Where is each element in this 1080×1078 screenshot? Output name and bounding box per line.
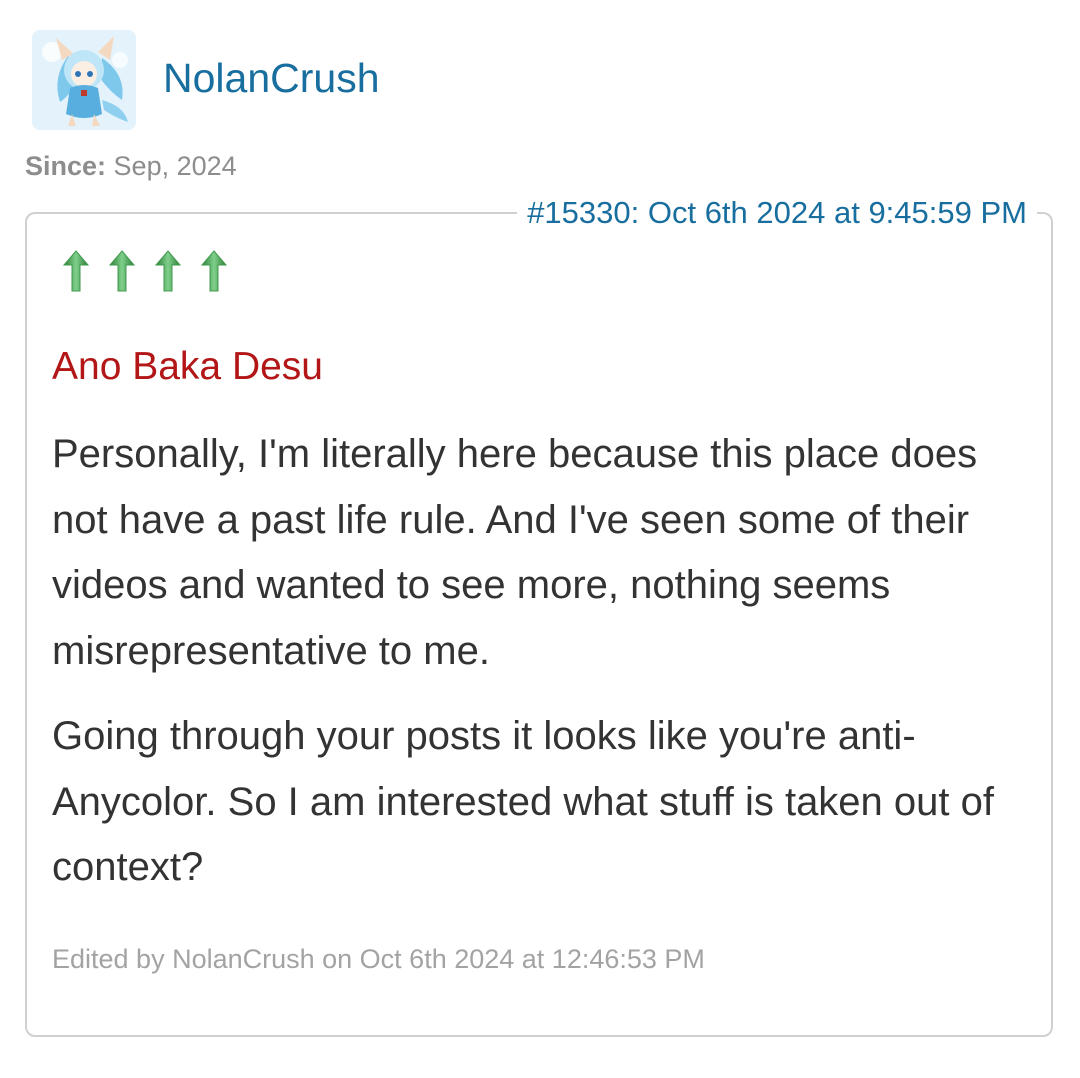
post-number-timestamp-link[interactable]: #15330: Oct 6th 2024 at 9:45:59 PM — [517, 193, 1037, 233]
username-link[interactable]: NolanCrush — [163, 52, 380, 104]
post-paragraph: Personally, I'm literally here because t… — [52, 432, 978, 673]
post-body: Personally, I'm literally here because t… — [52, 422, 1027, 921]
up-arrow-icon[interactable] — [154, 250, 182, 292]
post-paragraph: Going through your posts it looks like y… — [52, 714, 994, 889]
since-value: Sep, 2024 — [113, 151, 237, 181]
post-container: #15330: Oct 6th 2024 at 9:45:59 PM Ano B… — [25, 193, 1053, 1037]
avatar-image — [32, 30, 136, 130]
up-arrow-icon[interactable] — [62, 250, 90, 292]
upvote-arrows — [62, 250, 228, 292]
member-since: Since: Sep, 2024 — [25, 148, 237, 184]
avatar[interactable] — [32, 30, 136, 130]
edited-note: Edited by NolanCrush on Oct 6th 2024 at … — [52, 944, 705, 974]
up-arrow-icon[interactable] — [108, 250, 136, 292]
up-arrow-icon[interactable] — [200, 250, 228, 292]
since-label: Since: — [25, 151, 107, 181]
quoted-author-name[interactable]: Ano Baka Desu — [52, 344, 323, 390]
